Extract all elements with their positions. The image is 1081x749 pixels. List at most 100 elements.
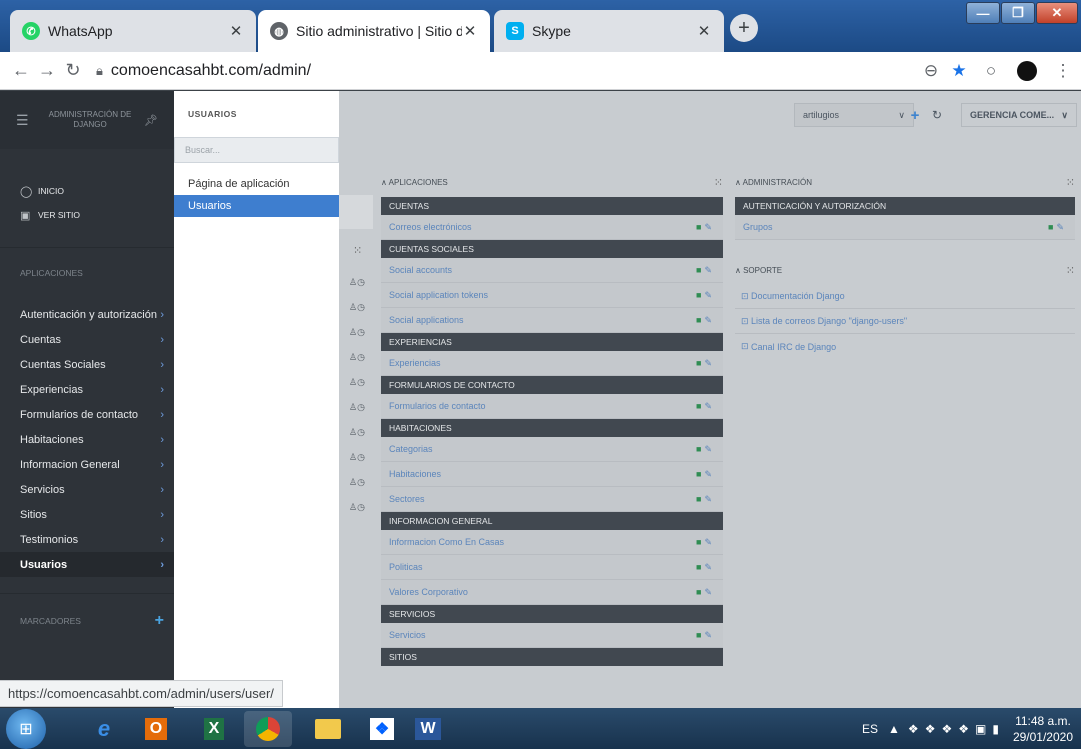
edit-icon[interactable]: ✎: [704, 562, 715, 572]
model-row[interactable]: Servicios ■✎: [381, 623, 723, 648]
sidebar-item-cuentas-sociales[interactable]: Cuentas Sociales ›: [0, 352, 174, 377]
model-link[interactable]: Servicios: [389, 630, 426, 640]
sidebar-item-informacion-general[interactable]: Informacion General ›: [0, 452, 174, 477]
edit-icon[interactable]: ✎: [704, 494, 715, 504]
model-link[interactable]: Correos electrónicos: [389, 222, 472, 232]
model-link[interactable]: Formularios de contacto: [389, 401, 486, 411]
edit-icon[interactable]: ✎: [704, 444, 715, 454]
tray-expand-icon[interactable]: ▲: [888, 722, 900, 736]
model-row[interactable]: Social applications ■✎: [381, 308, 723, 333]
edit-icon[interactable]: ✎: [1056, 222, 1067, 232]
model-row[interactable]: Sectores ■✎: [381, 487, 723, 512]
collapse-icon[interactable]: ∧: [735, 178, 743, 187]
model-link[interactable]: Informacion Como En Casas: [389, 537, 504, 547]
grid-icon[interactable]: ⁙: [1066, 264, 1075, 277]
start-button[interactable]: ⊞: [6, 709, 46, 749]
avatar[interactable]: [1014, 52, 1040, 90]
tab-whatsapp[interactable]: ✆ WhatsApp ✕: [10, 10, 256, 52]
ie-icon[interactable]: e: [80, 711, 128, 747]
refresh-icon[interactable]: ↻: [927, 103, 947, 127]
model-row[interactable]: Formularios de contacto ■✎: [381, 394, 723, 419]
reload-button[interactable]: ↻: [60, 60, 86, 81]
edit-icon[interactable]: ✎: [704, 358, 715, 368]
opera-icon[interactable]: ○: [978, 52, 1004, 90]
network-icon[interactable]: ▣: [975, 722, 986, 736]
edit-icon[interactable]: ✎: [704, 222, 715, 232]
minimize-button[interactable]: —: [966, 2, 1000, 24]
grid-icon[interactable]: ⁙: [714, 176, 723, 189]
close-icon[interactable]: ✕: [462, 22, 478, 40]
tab-skype[interactable]: S Skype ✕: [494, 10, 724, 52]
tab-admin[interactable]: ◍ Sitio administrativo | Sitio de adm ✕: [258, 10, 490, 52]
sidebar-item-experiencias[interactable]: Experiencias ›: [0, 377, 174, 402]
support-link[interactable]: ⊡ Lista de correos Django "django-users": [735, 309, 1075, 334]
tray-app-icon[interactable]: ❖: [941, 722, 952, 736]
clock[interactable]: 11:48 a.m. 29/01/2020: [1005, 713, 1081, 745]
model-row[interactable]: Habitaciones ■✎: [381, 462, 723, 487]
sidebar-item-sitios[interactable]: Sitios ›: [0, 502, 174, 527]
theme-select[interactable]: artilugios ∨: [794, 103, 914, 127]
model-row[interactable]: Social application tokens ■✎: [381, 283, 723, 308]
language-indicator[interactable]: ES: [862, 722, 878, 736]
sidebar-link-ver-sitio[interactable]: ▣ VER SITIO: [0, 203, 174, 227]
model-link[interactable]: Sectores: [389, 494, 425, 504]
model-link[interactable]: Experiencias: [389, 358, 441, 368]
model-link[interactable]: Social accounts: [389, 265, 452, 275]
forward-button[interactable]: →: [34, 60, 60, 81]
sidebar-item-testimonios[interactable]: Testimonios ›: [0, 527, 174, 552]
hamburger-icon[interactable]: ☰: [16, 112, 36, 129]
submenu-search-input[interactable]: Buscar...: [174, 137, 339, 163]
collapse-icon[interactable]: ∧: [735, 266, 743, 275]
sidebar-item-servicios[interactable]: Servicios ›: [0, 477, 174, 502]
sidebar-item-formularios[interactable]: Formularios de contacto ›: [0, 402, 174, 427]
module-header[interactable]: SITIOS: [381, 648, 723, 666]
submenu-item-usuarios[interactable]: Usuarios: [174, 195, 339, 217]
model-row[interactable]: Informacion Como En Casas ■✎: [381, 530, 723, 555]
dropbox-icon[interactable]: ❖: [358, 711, 406, 747]
module-header[interactable]: HABITACIONES: [381, 419, 723, 437]
edit-icon[interactable]: ✎: [704, 630, 715, 640]
user-menu[interactable]: GERENCIA COME... ∨: [961, 103, 1077, 127]
sidebar-item-autenticacion[interactable]: Autenticación y autorización ›: [0, 302, 174, 327]
edit-icon[interactable]: ✎: [704, 290, 715, 300]
submenu-item-app-page[interactable]: Página de aplicación: [174, 173, 339, 195]
tray-app-icon[interactable]: ❖: [925, 722, 936, 736]
support-link[interactable]: ⊡ Documentación Django: [735, 284, 1075, 309]
grid-icon[interactable]: ⁙: [353, 244, 362, 257]
edit-icon[interactable]: ✎: [704, 401, 715, 411]
close-window-button[interactable]: ✕: [1036, 2, 1078, 24]
support-link[interactable]: ⊡ Canal IRC de Django: [735, 334, 1075, 359]
model-link[interactable]: Categorias: [389, 444, 433, 454]
pin-icon[interactable]: 📌︎: [144, 114, 158, 127]
edit-icon[interactable]: ✎: [704, 265, 715, 275]
menu-dots-icon[interactable]: ⋮: [1052, 52, 1074, 90]
word-icon[interactable]: W: [404, 711, 452, 747]
model-row[interactable]: Correos electrónicos ■✎: [381, 215, 723, 240]
sidebar-link-inicio[interactable]: ◯ INICIO: [0, 179, 174, 203]
model-link[interactable]: Valores Corporativo: [389, 587, 468, 597]
module-header[interactable]: CUENTAS SOCIALES: [381, 240, 723, 258]
sidebar-item-habitaciones[interactable]: Habitaciones ›: [0, 427, 174, 452]
explorer-icon[interactable]: [304, 711, 352, 747]
chrome-icon[interactable]: [244, 711, 292, 747]
model-row[interactable]: Politicas ■✎: [381, 555, 723, 580]
close-icon[interactable]: ✕: [228, 22, 244, 40]
model-link[interactable]: Social applications: [389, 315, 464, 325]
model-row[interactable]: Categorias ■✎: [381, 437, 723, 462]
edit-icon[interactable]: ✎: [704, 537, 715, 547]
model-link[interactable]: Politicas: [389, 562, 423, 572]
star-icon[interactable]: ★: [946, 52, 972, 90]
model-row[interactable]: Social accounts ■✎: [381, 258, 723, 283]
module-header[interactable]: CUENTAS: [381, 197, 723, 215]
zoom-icon[interactable]: ⊖: [918, 52, 944, 90]
edit-icon[interactable]: ✎: [704, 469, 715, 479]
url-field[interactable]: 🔒︎ comoencasahbt.com/admin/: [96, 62, 311, 80]
module-header[interactable]: AUTENTICACIÓN Y AUTORIZACIÓN: [735, 197, 1075, 215]
model-row[interactable]: Valores Corporativo ■✎: [381, 580, 723, 605]
signal-icon[interactable]: ▮: [992, 722, 999, 736]
grid-icon[interactable]: ⁙: [1066, 176, 1075, 189]
outlook-icon[interactable]: O: [132, 711, 180, 747]
sidebar-item-usuarios[interactable]: Usuarios ›: [0, 552, 174, 577]
module-header[interactable]: INFORMACION GENERAL: [381, 512, 723, 530]
close-icon[interactable]: ✕: [696, 22, 712, 40]
